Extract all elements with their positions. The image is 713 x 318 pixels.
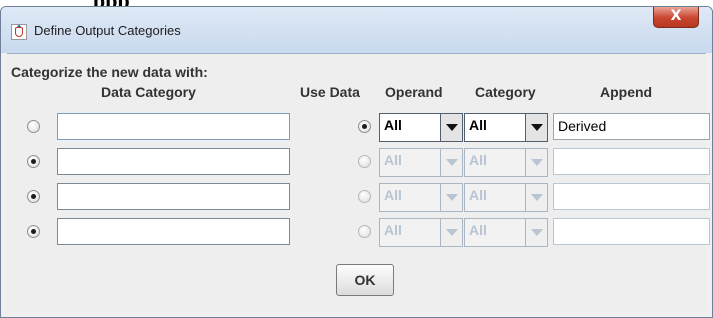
use-data-radio[interactable] — [358, 190, 371, 203]
data-category-radio[interactable] — [27, 120, 40, 133]
data-category-field[interactable] — [57, 113, 290, 140]
operand-value: All — [384, 222, 402, 238]
operand-value: All — [384, 117, 402, 133]
column-header-append: Append — [600, 84, 653, 100]
category-value: All — [469, 117, 487, 133]
data-category-radio[interactable] — [27, 190, 40, 203]
dialog-window: Define Output Categories X Categorize th… — [0, 6, 713, 318]
category-dropdown[interactable]: All — [464, 148, 548, 177]
chevron-down-icon[interactable] — [440, 149, 462, 176]
ok-button[interactable]: OK — [336, 264, 394, 296]
chevron-down-icon[interactable] — [440, 184, 462, 211]
chevron-down-icon[interactable] — [525, 219, 547, 246]
append-field[interactable] — [553, 148, 710, 175]
use-data-radio[interactable] — [358, 225, 371, 238]
operand-dropdown[interactable]: All — [379, 148, 463, 177]
operand-value: All — [384, 187, 402, 203]
data-category-radio[interactable] — [27, 225, 40, 238]
data-category-field[interactable] — [57, 183, 290, 210]
window-title: Define Output Categories — [34, 23, 181, 38]
use-data-radio[interactable] — [358, 155, 371, 168]
data-category-field[interactable] — [57, 148, 290, 175]
append-field[interactable]: Derived — [553, 113, 710, 140]
dialog-heading: Categorize the new data with: — [11, 64, 208, 80]
operand-dropdown[interactable]: All — [379, 183, 463, 212]
column-header-use-data: Use Data — [300, 84, 360, 100]
append-field[interactable] — [553, 183, 710, 210]
title-bar: Define Output Categories X — [1, 7, 712, 53]
java-app-icon — [11, 24, 27, 40]
column-header-data-category: Data Category — [101, 84, 196, 100]
use-data-radio[interactable] — [358, 120, 371, 133]
category-value: All — [469, 152, 487, 168]
append-field[interactable] — [553, 218, 710, 245]
category-dropdown[interactable]: All — [464, 218, 548, 247]
column-header-category: Category — [475, 84, 536, 100]
operand-value: All — [384, 152, 402, 168]
category-value: All — [469, 187, 487, 203]
data-category-field[interactable] — [57, 218, 290, 245]
category-value: All — [469, 222, 487, 238]
dialog-content: Categorize the new data with: Data Categ… — [7, 54, 710, 311]
category-dropdown[interactable]: All — [464, 183, 548, 212]
chevron-down-icon[interactable] — [525, 184, 547, 211]
close-button[interactable]: X — [653, 7, 699, 28]
category-dropdown[interactable]: All — [464, 113, 548, 142]
close-icon: X — [670, 8, 682, 24]
operand-dropdown[interactable]: All — [379, 113, 463, 142]
chevron-down-icon[interactable] — [525, 149, 547, 176]
operand-dropdown[interactable]: All — [379, 218, 463, 247]
data-category-radio[interactable] — [27, 155, 40, 168]
column-header-operand: Operand — [385, 84, 443, 100]
chevron-down-icon[interactable] — [440, 114, 462, 141]
chevron-down-icon[interactable] — [525, 114, 547, 141]
chevron-down-icon[interactable] — [440, 219, 462, 246]
